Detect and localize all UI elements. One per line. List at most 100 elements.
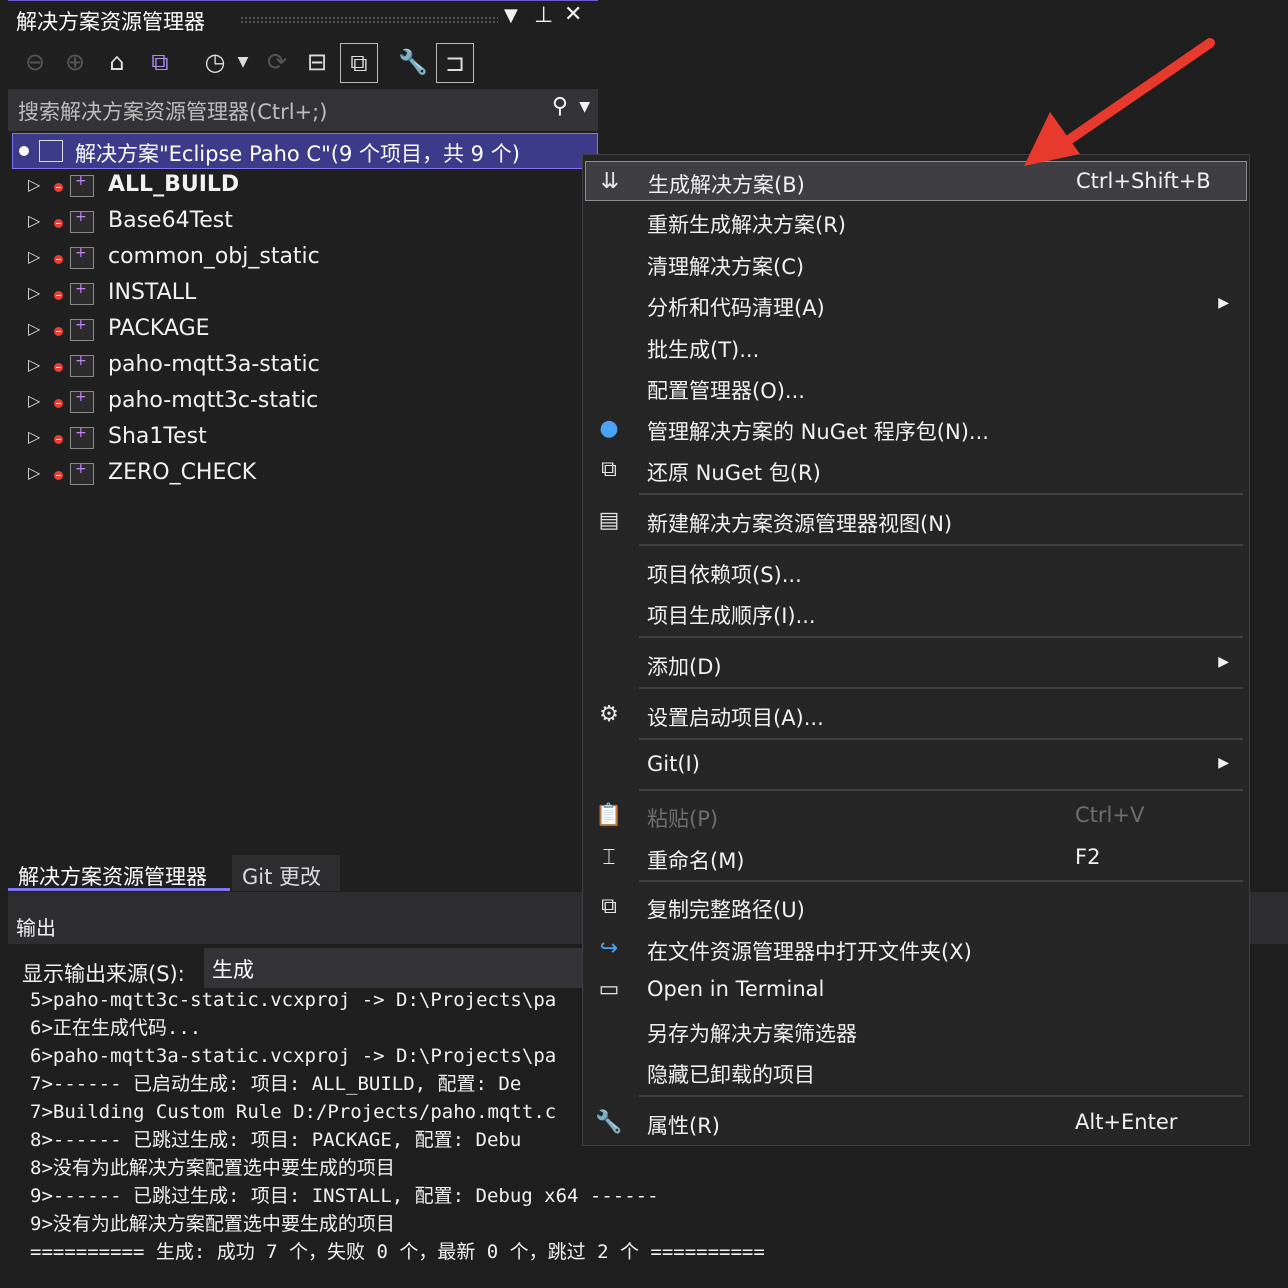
menu-item-label: Git(I) [647, 752, 700, 776]
preview-icon[interactable]: ⊐ [436, 43, 474, 83]
menu-item-set-startup-projects[interactable]: ⚙ 设置启动项目(A)... [585, 695, 1247, 735]
gear-icon: ⚙ [599, 702, 619, 727]
menu-item-label: 批生成(T)... [647, 338, 760, 362]
context-menu: ⇊ 生成解决方案(B) Ctrl+Shift+B 重新生成解决方案(R) 清理解… [582, 154, 1250, 1146]
pending-changes-filter-icon[interactable]: ◷ [198, 40, 232, 84]
search-options-dropdown-icon[interactable]: ▼ [579, 99, 590, 115]
project-node[interactable]: ▷ PACKAGE [8, 313, 588, 349]
filter-dropdown-icon[interactable]: ▼ [234, 40, 252, 84]
search-box[interactable]: 搜索解决方案资源管理器(Ctrl+;) ⚲ ▼ [8, 89, 598, 131]
expand-icon[interactable]: ▷ [28, 211, 40, 230]
project-node[interactable]: ▷ INSTALL [8, 277, 588, 313]
expand-icon[interactable]: ▷ [28, 175, 40, 194]
copy-icon: ⧉ [601, 894, 617, 919]
menu-item-open-folder-in-explorer[interactable]: ↪ 在文件资源管理器中打开文件夹(X) [585, 929, 1247, 969]
error-status-icon [54, 471, 63, 480]
menu-item-shortcut: Alt+Enter [1075, 1110, 1178, 1134]
expand-icon[interactable]: ▷ [28, 283, 40, 302]
expand-icon[interactable]: ▷ [28, 463, 40, 482]
menu-item-configuration-manager[interactable]: 配置管理器(O)... [585, 368, 1247, 408]
menu-item-label: 管理解决方案的 NuGet 程序包(N)... [647, 420, 989, 444]
project-node[interactable]: ▷ ALL_BUILD [8, 169, 588, 205]
expand-icon[interactable]: ▷ [28, 319, 40, 338]
submenu-arrow-icon: ▶ [1218, 755, 1229, 771]
menu-item-copy-full-path[interactable]: ⧉ 复制完整路径(U) [585, 887, 1247, 927]
menu-item-label: 分析和代码清理(A) [647, 296, 825, 320]
menu-separator [639, 880, 1243, 882]
title-grip [240, 16, 498, 24]
menu-item-git[interactable]: Git(I) ▶ [585, 745, 1247, 785]
search-input[interactable]: 搜索解决方案资源管理器(Ctrl+;) [18, 96, 327, 126]
project-name: paho-mqtt3c-static [108, 388, 319, 413]
expand-icon[interactable]: ▷ [28, 427, 40, 446]
menu-separator [639, 493, 1243, 495]
sync-icon[interactable]: ⟳ [260, 40, 294, 84]
search-icon[interactable]: ⚲ [552, 94, 568, 119]
solution-icon [39, 140, 63, 162]
panel-tabs: 解决方案资源管理器 Git 更改 [8, 855, 598, 893]
menu-item-rebuild-solution[interactable]: 重新生成解决方案(R) [585, 202, 1247, 242]
menu-item-properties[interactable]: 🔧 属性(R) Alt+Enter [585, 1103, 1247, 1143]
project-name: paho-mqtt3a-static [108, 352, 320, 377]
back-icon[interactable]: ⊖ [20, 40, 50, 84]
switch-views-icon[interactable]: ⧉ [140, 40, 180, 84]
project-icon [70, 389, 94, 413]
error-status-icon [54, 363, 63, 372]
menu-item-manage-nuget[interactable]: ● 管理解决方案的 NuGet 程序包(N)... [585, 409, 1247, 449]
menu-item-label: 在文件资源管理器中打开文件夹(X) [647, 940, 972, 964]
project-node[interactable]: ▷ Sha1Test [8, 421, 588, 457]
submenu-arrow-icon: ▶ [1218, 295, 1229, 311]
show-all-files-icon[interactable]: ⧉ [340, 43, 378, 83]
forward-icon[interactable]: ⊕ [60, 40, 90, 84]
tab-solution-explorer[interactable]: 解决方案资源管理器 [8, 855, 230, 891]
menu-item-save-as-solution-filter[interactable]: 另存为解决方案筛选器 [585, 1011, 1247, 1051]
tab-git-changes[interactable]: Git 更改 [232, 855, 340, 891]
menu-item-paste: 📋 粘贴(P) Ctrl+V [585, 796, 1247, 836]
menu-item-label: 粘贴(P) [647, 807, 719, 831]
menu-item-label: Open in Terminal [647, 977, 825, 1001]
menu-item-analyze-code-cleanup[interactable]: 分析和代码清理(A) ▶ [585, 285, 1247, 325]
collapse-all-icon[interactable]: ⊟ [300, 40, 334, 84]
expand-icon[interactable]: ▷ [28, 247, 40, 266]
error-status-icon [54, 291, 63, 300]
output-source-select[interactable]: 生成 [204, 948, 594, 988]
menu-item-add[interactable]: 添加(D) ▶ [585, 644, 1247, 684]
error-status-icon [54, 327, 63, 336]
window-position-dropdown-icon[interactable]: ▼ [504, 5, 518, 26]
project-icon [70, 245, 94, 269]
expand-icon[interactable]: ▷ [28, 355, 40, 374]
menu-item-open-in-terminal[interactable]: ▭ Open in Terminal [585, 970, 1247, 1010]
menu-item-hide-unloaded-projects[interactable]: 隐藏已卸载的项目 [585, 1052, 1247, 1092]
menu-item-rename[interactable]: ⌶ 重命名(M) F2 [585, 838, 1247, 878]
home-icon[interactable]: ⌂ [100, 40, 134, 84]
project-node[interactable]: ▷ ZERO_CHECK [8, 457, 588, 493]
error-status-icon [54, 435, 63, 444]
project-node[interactable]: ▷ paho-mqtt3c-static [8, 385, 588, 421]
properties-wrench-icon[interactable]: 🔧 [396, 40, 430, 84]
terminal-icon: ▭ [598, 977, 620, 1002]
project-node[interactable]: ▷ common_obj_static [8, 241, 588, 277]
menu-item-batch-build[interactable]: 批生成(T)... [585, 327, 1247, 367]
solution-label: 解决方案"Eclipse Paho C"(9 个项目，共 9 个) [75, 142, 520, 166]
project-node[interactable]: ▷ Base64Test [8, 205, 588, 241]
expand-icon[interactable]: ▷ [28, 391, 40, 410]
project-name: PACKAGE [108, 316, 210, 341]
error-status-icon [54, 399, 63, 408]
menu-item-project-dependencies[interactable]: 项目依赖项(S)... [585, 552, 1247, 592]
menu-item-label: 生成解决方案(B) [648, 173, 805, 197]
menu-item-restore-nuget[interactable]: ⧉ 还原 NuGet 包(R) [585, 450, 1247, 490]
close-icon[interactable]: ✕ [564, 2, 582, 27]
menu-item-shortcut: Ctrl+V [1075, 803, 1145, 827]
menu-item-shortcut: F2 [1075, 845, 1101, 869]
output-line: 9>------ 已跳过生成: 项目: INSTALL, 配置: Debug x… [30, 1185, 659, 1207]
menu-separator [639, 544, 1243, 546]
solution-node[interactable]: 解决方案"Eclipse Paho C"(9 个项目，共 9 个) [12, 133, 598, 169]
solution-status-icon [19, 146, 29, 156]
menu-item-clean-solution[interactable]: 清理解决方案(C) [585, 244, 1247, 284]
menu-item-new-explorer-view[interactable]: ▤ 新建解决方案资源管理器视图(N) [585, 501, 1247, 541]
explorer-toolbar: ⊖ ⊕ ⌂ ⧉ ◷ ▼ ⟳ ⊟ ⧉ 🔧 ⊐ [8, 40, 598, 86]
pin-icon[interactable]: ⊥ [534, 3, 553, 28]
rename-icon: ⌶ [602, 845, 616, 870]
project-node[interactable]: ▷ paho-mqtt3a-static [8, 349, 588, 385]
menu-item-project-build-order[interactable]: 项目生成顺序(I)... [585, 593, 1247, 633]
